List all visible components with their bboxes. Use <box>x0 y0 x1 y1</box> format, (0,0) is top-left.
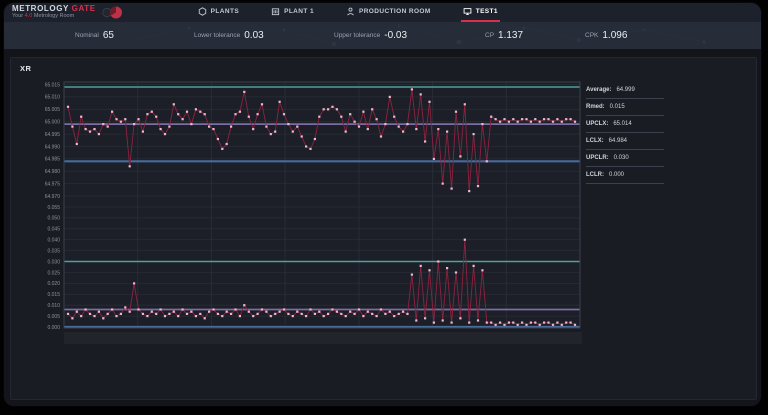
stat-label: Lower tolerance <box>194 32 240 39</box>
menu-item-plant-1[interactable]: PLANT 1 <box>269 3 316 22</box>
test-icon <box>463 7 472 16</box>
stat-value: 0.03 <box>244 30 263 41</box>
xr-plot-svg: 65.015 65.010 65.005 65.000 64.995 64.990 64.9… <box>28 80 582 330</box>
stat-label: CPK <box>585 32 598 39</box>
svg-text:0.005: 0.005 <box>47 314 60 320</box>
app-logo[interactable]: METROLOGY GATE Your 4.0 Metrology Room <box>12 5 124 20</box>
xr-chart-panel: XR 65.01565.01065.00565.00064.99564.9906… <box>10 57 757 400</box>
stat-lower-tolerance: Lower tolerance 0.03 <box>194 22 264 49</box>
menu-item-label: PLANTS <box>211 8 239 15</box>
legend-value: 65.014 <box>613 121 631 127</box>
stat-label: Upper tolerance <box>334 32 380 39</box>
legend-label: Average: <box>586 87 611 93</box>
stat-label: CP <box>485 32 494 39</box>
menu-item-production-room[interactable]: PRODUCTION ROOM <box>344 3 433 22</box>
svg-text:0.050: 0.050 <box>47 216 60 222</box>
svg-text:64.980: 64.980 <box>45 169 61 175</box>
svg-text:65.010: 65.010 <box>45 95 61 101</box>
menu-item-label: PLANT 1 <box>284 8 314 15</box>
legend-value: 0.015 <box>610 104 625 110</box>
plant-icon <box>271 7 280 16</box>
menu-item-label: PRODUCTION ROOM <box>359 8 431 15</box>
logo-subtitle: Your 4.0 Metrology Room <box>12 14 96 20</box>
menu-item-plants[interactable]: PLANTS <box>196 3 241 22</box>
svg-text:0.000: 0.000 <box>47 325 60 330</box>
svg-text:0.055: 0.055 <box>47 205 60 211</box>
legend-label: UPCLR: <box>586 155 609 161</box>
plants-icon <box>198 7 207 16</box>
legend-row-rmed: Rmed: 0.015 <box>586 99 664 116</box>
svg-text:65.000: 65.000 <box>45 120 61 126</box>
legend-value: 0.000 <box>609 172 624 178</box>
stat-cp: CP 1.137 <box>485 22 523 49</box>
svg-text:0.045: 0.045 <box>47 227 60 233</box>
top-navigation-bar: METROLOGY GATE Your 4.0 Metrology Room P… <box>4 3 761 22</box>
svg-text:0.030: 0.030 <box>47 259 60 265</box>
svg-text:64.995: 64.995 <box>45 132 61 138</box>
stat-value: 1.137 <box>498 30 523 41</box>
legend-row-lclx: LCLX: 64.984 <box>586 133 664 150</box>
svg-text:0.015: 0.015 <box>47 292 60 298</box>
stat-label: Nominal <box>75 32 99 39</box>
stat-upper-tolerance: Upper tolerance -0.03 <box>334 22 407 49</box>
legend-label: LCLX: <box>586 138 604 144</box>
svg-text:64.970: 64.970 <box>45 194 61 200</box>
legend-value: 0.030 <box>614 155 629 161</box>
legend-value: 64.999 <box>616 87 634 93</box>
logo-title-main: METROLOGY <box>12 4 69 13</box>
legend-label: Rmed: <box>586 104 605 110</box>
legend-label: UPCLX: <box>586 121 608 127</box>
legend-label: LCLR: <box>586 172 604 178</box>
menu-item-test1[interactable]: TEST1 <box>461 3 500 22</box>
stat-value: 65 <box>103 30 114 41</box>
logo-title-accent: GATE <box>72 4 96 13</box>
legend-row-lclr: LCLR: 0.000 <box>586 167 664 184</box>
svg-text:65.005: 65.005 <box>45 107 61 113</box>
app-window: METROLOGY GATE Your 4.0 Metrology Room P… <box>4 3 761 406</box>
logo-title: METROLOGY GATE <box>12 5 96 13</box>
svg-text:0.040: 0.040 <box>47 238 60 244</box>
svg-text:64.975: 64.975 <box>45 181 61 187</box>
xr-plot-area[interactable]: 65.015 65.010 65.005 65.000 64.995 64.990 64.9… <box>28 80 582 335</box>
svg-text:64.990: 64.990 <box>45 144 61 150</box>
stat-value: -0.03 <box>384 30 407 41</box>
legend-row-average: Average: 64.999 <box>586 82 664 99</box>
svg-text:64.985: 64.985 <box>45 157 61 163</box>
svg-text:0.035: 0.035 <box>47 248 60 254</box>
production-room-icon <box>346 7 355 16</box>
logo-pie-icon <box>100 5 124 20</box>
x-axis-strip <box>64 332 582 344</box>
main-menu: PLANTS PLANT 1 PRODUCTION ROOM TEST1 <box>196 3 500 22</box>
svg-text:65.015: 65.015 <box>45 82 61 88</box>
svg-text:0.010: 0.010 <box>47 303 60 309</box>
chart-legend: Average: 64.999 Rmed: 0.015 UPCLX: 65.014 LCLX… <box>586 82 664 184</box>
legend-row-upclr: UPCLR: 0.030 <box>586 150 664 167</box>
stat-cpk: CPK 1.096 <box>585 22 627 49</box>
legend-row-upclx: UPCLX: 65.014 <box>586 116 664 133</box>
stat-nominal: Nominal 65 <box>75 22 114 49</box>
main-content: XR 65.01565.01065.00565.00064.99564.9906… <box>4 49 761 406</box>
menu-item-label: TEST1 <box>476 8 498 15</box>
legend-value: 64.984 <box>609 138 627 144</box>
tolerance-stats-bar: Nominal 65 Lower tolerance 0.03 Upper tolera… <box>4 22 761 49</box>
stat-value: 1.096 <box>602 30 627 41</box>
svg-text:0.025: 0.025 <box>47 270 60 276</box>
chart-title: XR <box>20 64 31 73</box>
svg-text:0.020: 0.020 <box>47 281 60 287</box>
